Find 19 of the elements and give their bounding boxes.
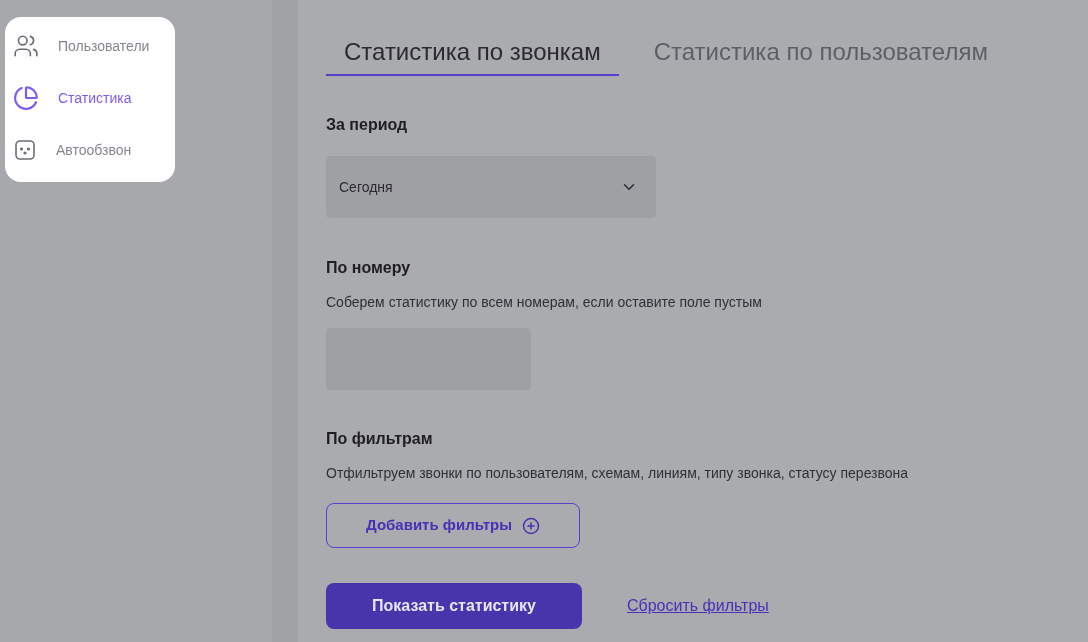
reset-filters-link[interactable]: Сбросить фильтры: [627, 594, 769, 618]
users-icon: [13, 33, 39, 59]
pie-chart-icon: [13, 85, 39, 111]
section-title: За период: [326, 115, 409, 135]
add-filters-button[interactable]: Добавить фильтры: [326, 503, 580, 548]
robot-face-icon: [13, 138, 37, 162]
section-title: По фильтрам: [326, 429, 434, 449]
period-dropdown[interactable]: Сегодня: [326, 156, 656, 218]
section-title: По номеру: [326, 258, 412, 278]
section-hint: Отфильтруем звонки по пользователям, схемам, линиям, типу звонка, статусу перезвона: [326, 464, 910, 483]
tab[interactable]: Статистика по пользователям: [635, 34, 1006, 76]
tab[interactable]: Статистика по звонкам: [326, 34, 619, 76]
dropdown-value: Сегодня: [339, 177, 393, 197]
plus-circle-icon: [521, 516, 540, 535]
sidebar-item[interactable]: Пользователи: [58, 35, 150, 57]
sidebar-item[interactable]: Автообзвон: [56, 139, 132, 161]
section-hint: Соберем статистику по всем номерам, если оставите поле пустым: [326, 293, 763, 312]
sidebar-item[interactable]: Статистика: [58, 87, 132, 109]
show-statistics-button[interactable]: Показать статистику: [326, 583, 582, 629]
